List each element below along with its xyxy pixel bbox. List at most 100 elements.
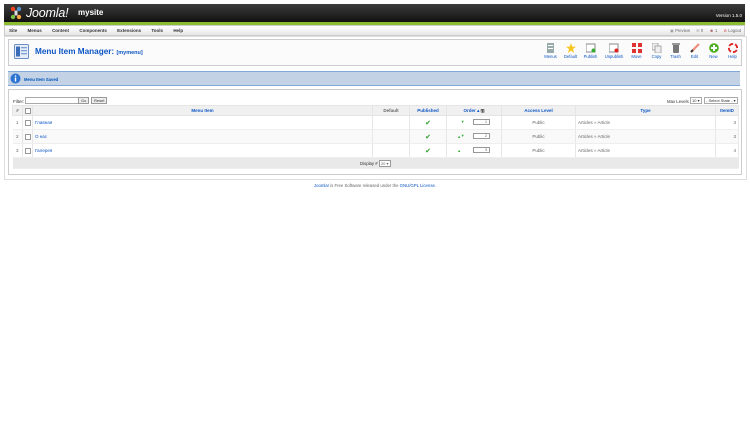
published-header[interactable]: Published (409, 105, 447, 116)
access-level[interactable]: Public (501, 115, 576, 130)
menu-extensions[interactable]: Extensions (117, 28, 141, 33)
order-input[interactable]: 1 (473, 119, 491, 126)
menu-content[interactable]: Content (52, 28, 69, 33)
joomla-link[interactable]: Joomla! (314, 183, 329, 188)
state-select[interactable]: - Select State - ▾ (704, 97, 738, 104)
copy-button[interactable]: Copy (647, 43, 666, 59)
users-icon: ☻ (709, 28, 714, 33)
select-all-checkbox[interactable] (22, 105, 33, 116)
menu-help[interactable]: Help (173, 28, 183, 33)
table-row: 2 О нас ✔ ▴ ▾ 2 Public Articles » Articl… (12, 129, 739, 144)
filter-label: Filter: (13, 99, 25, 104)
help-lifebuoy-icon (727, 43, 738, 53)
save-order-icon[interactable]: 🖫 (481, 108, 485, 113)
menu-menus[interactable]: Menus (28, 28, 42, 33)
order-input[interactable]: 2 (473, 133, 491, 140)
logo-text: Joomla! (26, 6, 69, 20)
itemid-header[interactable]: ItemID (715, 105, 739, 116)
menu-items-panel: Filter: Go Reset Max Levels 10 ▾ - Selec… (8, 89, 742, 175)
display-label: Display # (359, 160, 378, 166)
page-title: Menu Item Manager: [mymenu] (35, 47, 143, 56)
row-number: 1 (12, 115, 23, 130)
page-footer: Joomla! is Free Software released under … (0, 183, 750, 188)
access-header[interactable]: Access Level (501, 105, 576, 116)
default-cell (372, 143, 410, 158)
admin-menubar: Site Menus Content Components Extensions… (4, 25, 745, 36)
star-icon (565, 43, 576, 53)
menu-item-link[interactable]: О нас (32, 129, 373, 144)
order-up-icon[interactable]: ▴ (458, 148, 460, 153)
order-cell: ▴ ▾ 2 (446, 129, 502, 144)
order-down-icon[interactable]: ▾ (462, 134, 464, 139)
published-check-icon[interactable]: ✔ (409, 129, 447, 144)
row-checkbox[interactable] (22, 129, 33, 144)
move-button[interactable]: Move (627, 43, 646, 59)
copy-icon (651, 43, 661, 53)
sort-asc-icon: ▴ (477, 107, 480, 113)
menu-manager-icon (14, 44, 29, 59)
max-levels-select[interactable]: 10 ▾ (690, 97, 702, 104)
item-type: Articles » Article (575, 115, 716, 130)
toolbar-box: Menu Item Manager: [mymenu] Menus Defaul… (8, 39, 742, 66)
pagination-footer: Display # 20 ▾ (12, 157, 739, 169)
table-header-row: # Menu Item Default Published Order ▴ 🖫 … (12, 105, 739, 116)
default-header: Default (372, 105, 410, 116)
new-button[interactable]: New (704, 43, 723, 59)
preview-icon: ▣ (669, 28, 674, 33)
menu-item-header[interactable]: Menu Item (32, 105, 373, 116)
menu-site[interactable]: Site (9, 28, 17, 33)
menu-item-link[interactable]: Главная (32, 115, 373, 130)
row-checkbox[interactable] (22, 115, 33, 130)
item-id: 3 (715, 129, 739, 144)
users-count: ☻ 1 (709, 28, 718, 33)
info-icon (10, 73, 21, 84)
menus-button[interactable]: Menus (541, 43, 560, 59)
help-button[interactable]: Help (723, 43, 742, 59)
order-header[interactable]: Order ▴ 🖫 (446, 105, 502, 116)
trash-button[interactable]: Trash (666, 43, 685, 59)
gpl-license-link[interactable]: GNU/GPL License. (400, 183, 436, 188)
unpublish-icon (609, 43, 619, 53)
access-level[interactable]: Public (501, 143, 576, 158)
row-number: 3 (12, 143, 23, 158)
table-row: 1 Главная ✔ ▴ ▾ 1 Public Articles » Arti… (12, 115, 739, 130)
go-button[interactable]: Go (78, 97, 90, 104)
menu-components[interactable]: Components (79, 28, 107, 33)
version-label: Version 1.5.0 (715, 13, 742, 18)
site-name: mysite (78, 8, 104, 17)
messages-count[interactable]: ✉ 0 (696, 28, 703, 33)
order-down-icon[interactable]: ▾ (462, 120, 464, 125)
default-cell (372, 115, 410, 130)
publish-button[interactable]: Publish (581, 43, 600, 59)
item-id: 3 (715, 115, 739, 130)
move-icon (631, 43, 642, 53)
access-level[interactable]: Public (501, 129, 576, 144)
filter-input[interactable] (25, 97, 85, 104)
reset-button[interactable]: Reset (91, 97, 108, 104)
preview-link[interactable]: ▣ Preview (670, 28, 690, 33)
display-count-select[interactable]: 20 ▾ (378, 159, 391, 167)
order-input[interactable]: 3 (473, 147, 491, 154)
edit-button[interactable]: Edit (685, 43, 704, 59)
unpublish-button[interactable]: Unpublish (603, 43, 625, 59)
default-cell (372, 129, 410, 144)
joomla-logo-icon (10, 6, 22, 20)
message-text: Menu Item Saved (24, 76, 59, 82)
order-cell: ▴ ▾ 1 (446, 115, 502, 130)
published-check-icon[interactable]: ✔ (409, 115, 447, 130)
type-header[interactable]: Type (575, 105, 716, 116)
max-levels-label: Max Levels (667, 99, 689, 104)
row-checkbox[interactable] (22, 143, 33, 158)
menu-tools[interactable]: Tools (151, 28, 163, 33)
row-number: 2 (12, 129, 23, 144)
status-bar: ▣ Preview ✉ 0 ☻ 1 ⊘ Logout (665, 28, 741, 33)
menu-name: [mymenu] (116, 50, 143, 56)
logout-link[interactable]: ⊘ Logout (724, 28, 742, 33)
published-check-icon[interactable]: ✔ (409, 143, 447, 158)
trash-icon (671, 43, 680, 53)
footer-text: is Free Software released under the (328, 183, 400, 188)
menu-item-link[interactable]: Галерея (32, 143, 373, 158)
item-type: Articles » Article (575, 143, 716, 158)
default-button[interactable]: Default (561, 43, 580, 59)
order-up-icon[interactable]: ▴ (458, 134, 460, 139)
